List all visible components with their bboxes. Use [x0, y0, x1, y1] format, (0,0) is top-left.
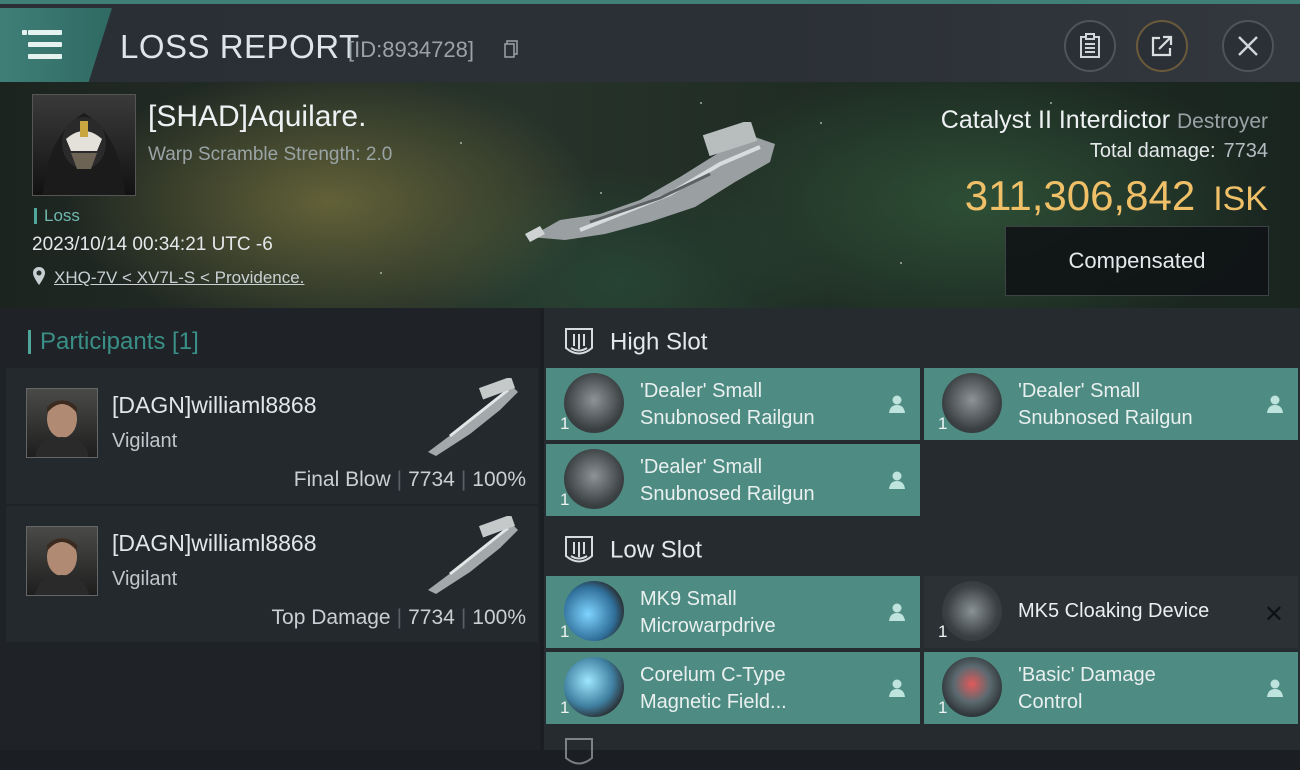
- module-name: 'Basic' Damage Control: [1018, 664, 1156, 713]
- damage-control-icon: [942, 657, 1002, 717]
- module-name: 'Dealer' Small Snubnosed Railgun: [640, 380, 815, 429]
- close-button[interactable]: [1222, 20, 1274, 72]
- person-icon: [889, 679, 905, 697]
- participant-percent: 100%: [472, 468, 526, 491]
- module-quantity: 1: [560, 622, 570, 641]
- isk-value: 311,306,842 ISK: [965, 172, 1268, 220]
- close-icon: [1238, 36, 1258, 56]
- total-damage: Total damage: 7734: [1090, 140, 1268, 163]
- participant-ship-image: [428, 378, 518, 456]
- participant-role: Final Blow: [293, 468, 391, 491]
- fittings-panel: High Slot 1 'Dealer' Small Snubnosed Rail…: [544, 308, 1300, 765]
- module-item[interactable]: 1 'Basic' Damage Control: [924, 652, 1298, 724]
- slot-icon: [565, 738, 593, 765]
- module-name: MK5 Cloaking Device: [1018, 600, 1210, 622]
- person-icon: [889, 471, 905, 489]
- participant-name: [DAGN]williaml8868: [112, 392, 317, 418]
- warp-scramble-strength: Warp Scramble Strength: 2.0: [148, 144, 393, 165]
- location-pin-icon: [33, 267, 45, 285]
- copy-icon[interactable]: [504, 40, 518, 58]
- clipboard-icon: [1080, 33, 1100, 58]
- ship-class: Destroyer: [1176, 110, 1268, 133]
- isk-unit: ISK: [1213, 180, 1268, 218]
- railgun-icon: [564, 373, 624, 433]
- person-icon: [889, 603, 905, 621]
- module-quantity: 1: [560, 698, 570, 717]
- total-damage-value: 7734: [1223, 140, 1269, 162]
- participant-damage: 7734: [408, 606, 455, 629]
- high-slot-icon: [565, 328, 593, 355]
- participants-panel: Participants [1] [DAGN]williaml8868 Vigi…: [0, 308, 540, 750]
- participant-card[interactable]: [DAGN]williaml8868 Vigilant Final Blow | 7…: [6, 368, 538, 504]
- cloaking-device-icon: [942, 581, 1002, 641]
- low-slot-icon: [565, 536, 593, 563]
- module-item-destroyed[interactable]: 1 MK5 Cloaking Device ✕: [924, 576, 1298, 648]
- module-name: 'Dealer' Small Snubnosed Railgun: [1018, 380, 1193, 429]
- loss-summary: [SHAD]Aquilare. Warp Scramble Strength: …: [0, 82, 1300, 308]
- participant-portrait: [26, 526, 98, 596]
- next-slot-header-partial: [562, 736, 610, 770]
- participant-damage: 7734: [408, 468, 455, 491]
- person-icon: [1267, 395, 1283, 413]
- participant-portrait: [26, 388, 98, 458]
- module-name: 'Dealer' Small Snubnosed Railgun: [640, 456, 815, 505]
- share-button[interactable]: [1136, 20, 1188, 72]
- participant-ship: Vigilant: [112, 568, 178, 590]
- timestamp: 2023/10/14 00:34:21 UTC -6: [32, 234, 273, 255]
- magnetic-field-icon: [564, 657, 624, 717]
- module-quantity: 1: [560, 414, 570, 433]
- person-icon: [889, 395, 905, 413]
- participant-ship-image: [428, 516, 518, 594]
- participant-ship: Vigilant: [112, 430, 178, 452]
- person-icon: [1267, 679, 1283, 697]
- pilot-portrait[interactable]: [32, 94, 136, 196]
- clipboard-button[interactable]: [1064, 20, 1116, 72]
- module-item[interactable]: 1 'Dealer' Small Snubnosed Railgun: [546, 368, 920, 440]
- railgun-icon: [564, 449, 624, 509]
- high-slot-header: High Slot: [562, 326, 707, 360]
- participant-role: Top Damage: [271, 606, 391, 629]
- participant-stats: Top Damage | 7734 | 100%: [271, 606, 526, 629]
- participant-name: [DAGN]williaml8868: [112, 530, 317, 556]
- participants-header: Participants [1]: [28, 328, 199, 356]
- share-icon: [1151, 35, 1173, 57]
- page-title: LOSS REPORT: [120, 28, 360, 65]
- railgun-icon: [942, 373, 1002, 433]
- menu-button[interactable]: [0, 8, 112, 86]
- header-bar: LOSS REPORT [ID:8934728]: [0, 0, 1300, 86]
- loss-tag: Loss: [44, 206, 80, 225]
- loss-tag-bar: [34, 208, 37, 224]
- module-quantity: 1: [938, 698, 948, 717]
- ship-type[interactable]: Catalyst II Interdictor: [941, 106, 1170, 134]
- microwarpdrive-icon: [564, 581, 624, 641]
- module-item[interactable]: 1 'Dealer' Small Snubnosed Railgun: [924, 368, 1298, 440]
- module-quantity: 1: [560, 490, 570, 509]
- isk-amount: 311,306,842: [964, 172, 1196, 219]
- pilot-name[interactable]: [SHAD]Aquilare.: [148, 100, 366, 134]
- module-item[interactable]: 1 'Dealer' Small Snubnosed Railgun: [546, 444, 920, 516]
- location-link[interactable]: XHQ-7V < XV7L-S < Providence.: [54, 268, 304, 288]
- module-name: Corelum C-Type Magnetic Field...: [640, 664, 787, 713]
- module-quantity: 1: [938, 414, 948, 433]
- participant-stats: Final Blow | 7734 | 100%: [293, 468, 526, 491]
- low-slot-header: Low Slot: [562, 534, 702, 568]
- module-item[interactable]: 1 Corelum C-Type Magnetic Field...: [546, 652, 920, 724]
- module-quantity: 1: [938, 622, 948, 641]
- module-name: MK9 Small Microwarpdrive: [640, 588, 776, 637]
- ship-image[interactable]: [520, 122, 790, 252]
- module-item[interactable]: 1 MK9 Small Microwarpdrive: [546, 576, 920, 648]
- destroyed-x-icon: ✕: [1263, 601, 1284, 628]
- participant-card[interactable]: [DAGN]williaml8868 Vigilant Top Damage | 7…: [6, 506, 538, 642]
- ship-name: Catalyst II Interdictor Destroyer: [941, 106, 1268, 135]
- report-id: [ID:8934728]: [348, 37, 474, 62]
- compensated-button[interactable]: Compensated: [1005, 226, 1269, 296]
- participant-percent: 100%: [472, 606, 526, 629]
- total-damage-label: Total damage:: [1089, 140, 1216, 162]
